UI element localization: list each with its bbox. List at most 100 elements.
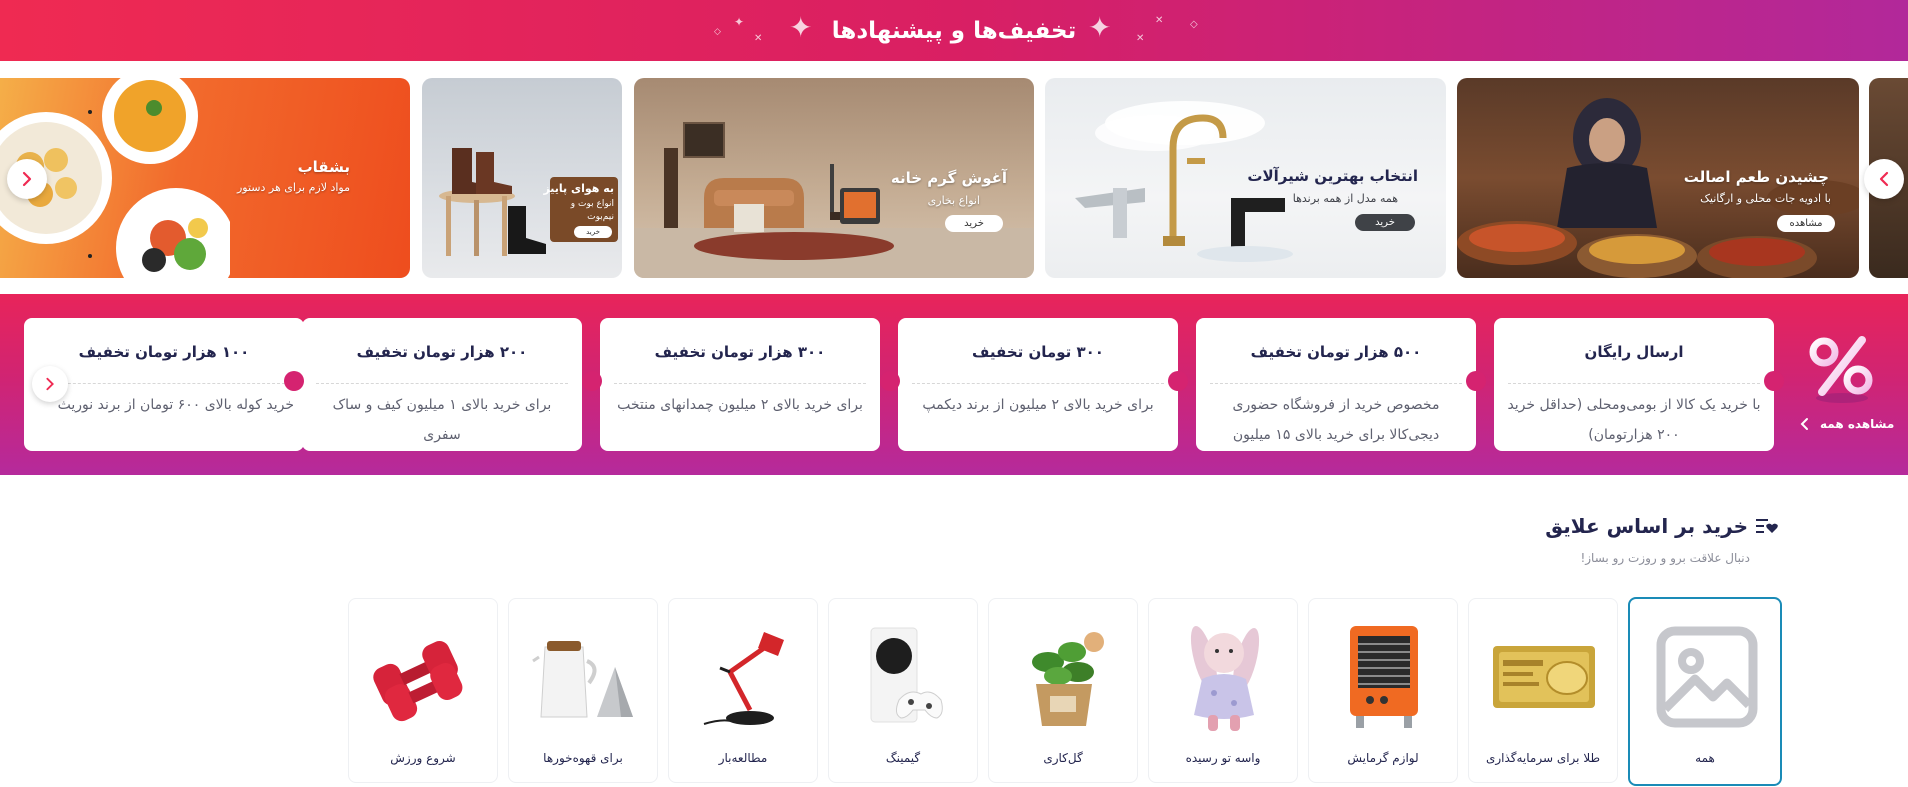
coupon-card[interactable]: ارسال رایگان با خرید یک کالا از بومی‌ومح… [1494, 318, 1774, 451]
banner-view-button[interactable]: مشاهده [1777, 215, 1835, 232]
banner-faucets[interactable]: انتخاب بهترین شیرآلات همه مدل از همه برن… [1045, 78, 1446, 278]
coupon-card[interactable]: ۲۰۰ هزار تومان تخفیف برای خرید بالای ۱ م… [302, 318, 582, 451]
category-label: برای قهوه‌خورها [543, 751, 623, 765]
heart-list-icon [1756, 519, 1778, 533]
banner-plates[interactable]: بشقاب مواد لازم برای هر دستور [0, 78, 410, 278]
interests-subtitle: دنبال علاقت برو و روزت رو بساز! [1580, 551, 1750, 565]
image-placeholder-icon [1647, 617, 1767, 737]
category-label: واسه تو رسیده [1185, 751, 1261, 765]
category-label: همه [1695, 751, 1715, 765]
sparkle-icon: ✦ [734, 15, 745, 29]
see-all-coupons-link[interactable]: مشاهده همه [1798, 417, 1894, 431]
chevron-left-icon [1800, 418, 1808, 430]
desk-lamp-icon [684, 617, 804, 737]
banner-spices[interactable]: چشیدن طعم اصالت با ادویه جات محلی و ارگا… [1457, 78, 1859, 278]
ticket-notch [880, 371, 900, 391]
percent-icon [1809, 336, 1873, 403]
coupon-description: خرید کوله بالای ۶۰۰ تومان از برند نوریث [57, 397, 294, 413]
banner-buy-button[interactable]: خرید [1355, 214, 1415, 231]
coupon-title: ۱۰۰ هزار تومان تخفیف [78, 343, 250, 361]
coupon-description: با خرید یک کالا از بومی‌ومحلی (حداقل خری… [1507, 397, 1761, 443]
chevron-left-icon [1879, 171, 1889, 187]
banner-title: چشیدن طعم اصالت [1683, 168, 1829, 186]
banner-carousel: بشقاب مواد لازم برای هر دستور به هوای پا… [0, 61, 1908, 294]
sparkle-icon: ✦ [789, 11, 813, 44]
potted-plant-icon [1004, 617, 1124, 737]
banner-subtitle: با ادویه جات محلی و ارگانیک [1700, 192, 1831, 205]
coupon-divider [912, 383, 1164, 384]
category-label: طلا برای سرمایه‌گذاری [1485, 751, 1601, 765]
coupon-divider [38, 383, 290, 384]
sparkle-icon: ◇ [1190, 19, 1198, 30]
banner-subtitle: مواد لازم برای هر دستور [236, 181, 350, 194]
carousel-prev-button[interactable] [7, 159, 47, 199]
banner-subtitle: انواع بخاری [927, 194, 980, 207]
banner-title: بشقاب [297, 158, 350, 176]
category-card[interactable]: گیمینگ [828, 598, 978, 783]
category-label: لوازم گرمایش [1347, 751, 1419, 765]
banner-title: آغوش گرم خانه [890, 169, 1007, 187]
ticket-notch [1168, 371, 1188, 391]
category-card[interactable]: لوازم گرمایش [1308, 598, 1458, 783]
coffee-kettle-icon [524, 617, 644, 737]
ticket-notch [582, 371, 602, 391]
category-card[interactable]: طلا برای سرمایه‌گذاری [1468, 598, 1618, 783]
interests-title-text: خرید بر اساس علایق [1545, 514, 1748, 538]
category-label: مطالعه‌بار [718, 751, 768, 765]
coupon-card[interactable]: ۵۰۰ هزار تومان تخفیف مخصوص خرید از فروشگ… [1196, 318, 1476, 451]
coupon-divider [1508, 383, 1760, 384]
coupon-divider [614, 383, 866, 384]
game-console-icon [844, 617, 964, 737]
gold-bar-icon [1484, 617, 1604, 737]
coupon-divider [1210, 383, 1462, 384]
coupon-description: برای خرید بالای ۱ میلیون کیف و ساک سفری [332, 397, 552, 443]
chevron-right-icon [22, 171, 32, 187]
category-label: شروع ورزش [390, 751, 456, 765]
see-all-label: مشاهده همه [1820, 417, 1895, 431]
banner-title: انتخاب بهترین شیرآلات [1247, 167, 1418, 185]
banner-title: به هوای پاییز [543, 182, 614, 195]
category-card[interactable]: برای قهوه‌خورها [508, 598, 658, 783]
coupon-title: ۳۰۰ تومان تخفیف [972, 343, 1104, 361]
banner-buy-button[interactable]: خرید [945, 215, 1003, 232]
ticket-notch [284, 371, 304, 391]
category-card[interactable]: مطالعه‌بار [668, 598, 818, 783]
sparkle-icon: ✕ [1136, 33, 1145, 44]
coupon-card[interactable]: ۳۰۰ تومان تخفیف برای خرید بالای ۲ میلیون… [898, 318, 1178, 451]
category-card[interactable]: گل‌کاری [988, 598, 1138, 783]
sparkle-icon: ✦ [1088, 11, 1112, 44]
coupon-description: برای خرید بالای ۲ میلیون چمدانهای منتخب [617, 397, 863, 413]
banner-subtitle: همه مدل از همه برندها [1292, 192, 1398, 205]
coupon-title: ۳۰۰ هزار تومان تخفیف [654, 343, 826, 361]
category-card[interactable]: واسه تو رسیده [1148, 598, 1298, 783]
category-card-all[interactable]: همه [1628, 597, 1782, 786]
ticket-notch [1764, 371, 1784, 391]
offers-title: تخفیف‌ها و پیشنهادها [831, 17, 1077, 44]
coupon-card[interactable]: ۳۰۰ هزار تومان تخفیف برای خرید بالای ۲ م… [600, 318, 880, 451]
banner-warm-home[interactable]: آغوش گرم خانه انواع بخاری خرید [634, 78, 1034, 278]
coupons-prev-button[interactable] [32, 366, 68, 402]
coupon-description: مخصوص خرید از فروشگاه حضوری دیجی‌کالا بر… [1232, 397, 1440, 443]
heater-icon [1324, 617, 1444, 737]
sparkle-icon: ✕ [754, 33, 763, 44]
category-label: گیمینگ [885, 751, 921, 765]
banner-buy-button[interactable]: خرید [574, 226, 612, 238]
coupon-title: ارسال رایگان [1584, 343, 1684, 361]
dumbbell-icon [364, 617, 484, 737]
sparkle-icon: ◇ [714, 27, 721, 37]
carousel-next-button[interactable] [1864, 159, 1904, 199]
chevron-right-icon [46, 377, 54, 391]
category-label: گل‌کاری [1043, 751, 1083, 765]
coupon-description: برای خرید بالای ۲ میلیون از برند دیکمپ [922, 397, 1154, 413]
plush-doll-icon [1164, 617, 1284, 737]
ticket-notch [1466, 371, 1486, 391]
coupon-title: ۲۰۰ هزار تومان تخفیف [356, 343, 528, 361]
banner-autumn-boots[interactable]: به هوای پاییز انواع بوت و نیم‌بوت خرید [422, 78, 622, 278]
offers-header: ✦ ◇ ✕ ✦ تخفیف‌ها و پیشنهادها ✦ ✕ ✕ ◇ [0, 0, 1908, 61]
category-card[interactable]: شروع ورزش [348, 598, 498, 783]
sparkle-icon: ✕ [1155, 15, 1164, 26]
coupon-title: ۵۰۰ هزار تومان تخفیف [1250, 343, 1422, 361]
coupon-divider [316, 383, 568, 384]
banner-subtitle: انواع بوت و نیم‌بوت [570, 199, 614, 222]
interests-title: خرید بر اساس علایق [1545, 514, 1778, 538]
